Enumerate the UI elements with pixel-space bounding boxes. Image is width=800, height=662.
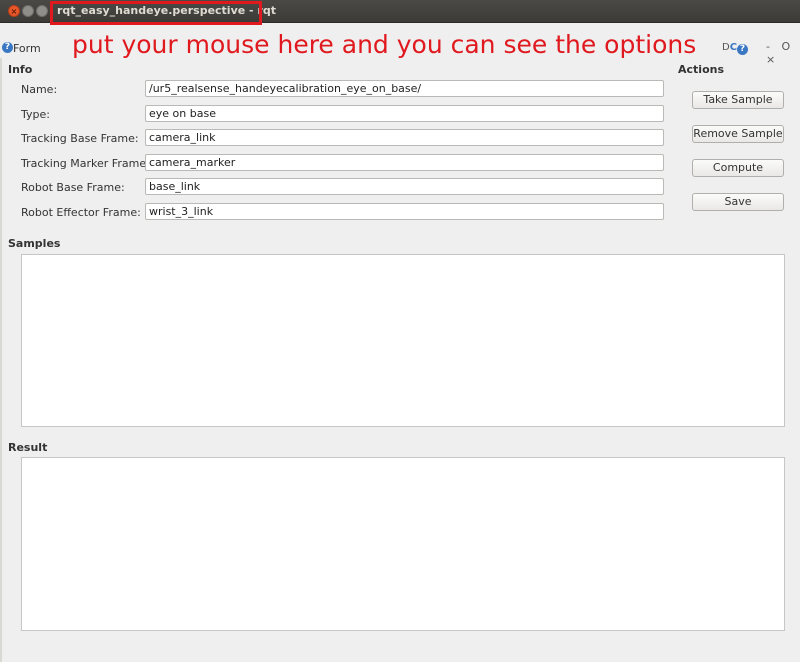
result-text-area[interactable] (21, 457, 785, 631)
window-left-edge (0, 58, 2, 662)
save-button[interactable]: Save (692, 193, 784, 211)
info-section-title: Info (8, 63, 33, 76)
tracking-base-frame-field[interactable]: camera_link (145, 129, 664, 146)
tracking-marker-frame-field[interactable]: camera_marker (145, 154, 664, 171)
robot-base-frame-field[interactable]: base_link (145, 178, 664, 195)
help-icon[interactable]: ? (2, 42, 13, 53)
tracking-base-frame-label: Tracking Base Frame: (21, 132, 139, 145)
annotation-text: put your mouse here and you can see the … (72, 30, 697, 59)
compute-button[interactable]: Compute (692, 159, 784, 177)
robot-effector-frame-field[interactable]: wrist_3_link (145, 203, 664, 220)
d-icon[interactable]: D (722, 42, 730, 53)
close-window-button[interactable]: × (8, 5, 20, 17)
reload-icon[interactable]: C (730, 42, 737, 53)
maximize-window-button[interactable] (36, 5, 48, 17)
type-field[interactable]: eye on base (145, 105, 664, 122)
samples-list[interactable] (21, 254, 785, 427)
title-highlight-box (50, 1, 262, 25)
samples-section-title: Samples (8, 237, 61, 250)
actions-section-title: Actions (678, 63, 724, 76)
remove-sample-button[interactable]: Remove Sample (692, 125, 784, 143)
plugin-title: Form (13, 42, 41, 55)
plugin-header-icons[interactable]: DC? (722, 42, 749, 55)
robot-base-frame-label: Robot Base Frame: (21, 181, 125, 194)
plugin-help-icon[interactable]: ? (737, 44, 749, 55)
result-section-title: Result (8, 441, 48, 454)
take-sample-button[interactable]: Take Sample (692, 91, 784, 109)
type-label: Type: (21, 108, 50, 121)
tracking-marker-frame-label: Tracking Marker Frame: (21, 157, 150, 170)
name-field[interactable]: /ur5_realsense_handeyecalibration_eye_on… (145, 80, 664, 97)
name-label: Name: (21, 83, 58, 96)
robot-effector-frame-label: Robot Effector Frame: (21, 206, 141, 219)
plugin-window-controls[interactable]: - O × (766, 40, 800, 66)
minimize-window-button[interactable] (22, 5, 34, 17)
